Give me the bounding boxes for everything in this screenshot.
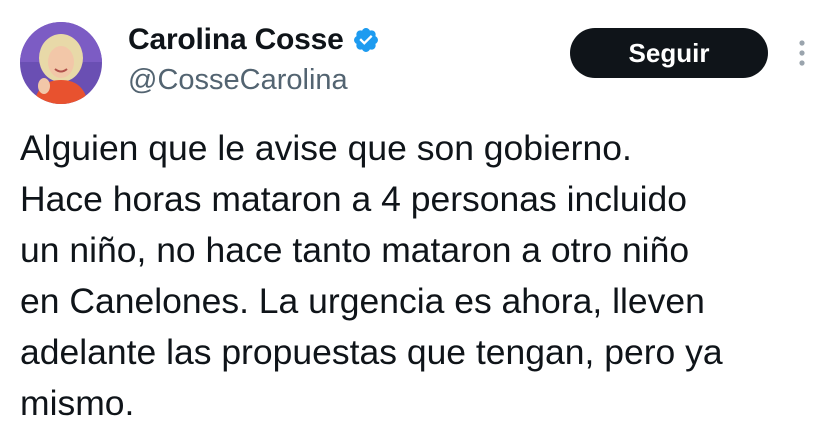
more-vertical-icon[interactable]	[796, 38, 808, 68]
tweet-text: Alguien que le avise que son gobierno. H…	[20, 128, 723, 423]
author-name-row[interactable]: Carolina Cosse	[128, 22, 380, 58]
profile-photo-icon	[20, 22, 102, 104]
verified-badge-icon	[352, 26, 380, 54]
avatar[interactable]	[20, 22, 102, 104]
follow-button[interactable]: Seguir	[570, 28, 768, 78]
author-handle[interactable]: @CosseCarolina	[128, 62, 348, 98]
author-display-name[interactable]: Carolina Cosse	[128, 22, 344, 58]
